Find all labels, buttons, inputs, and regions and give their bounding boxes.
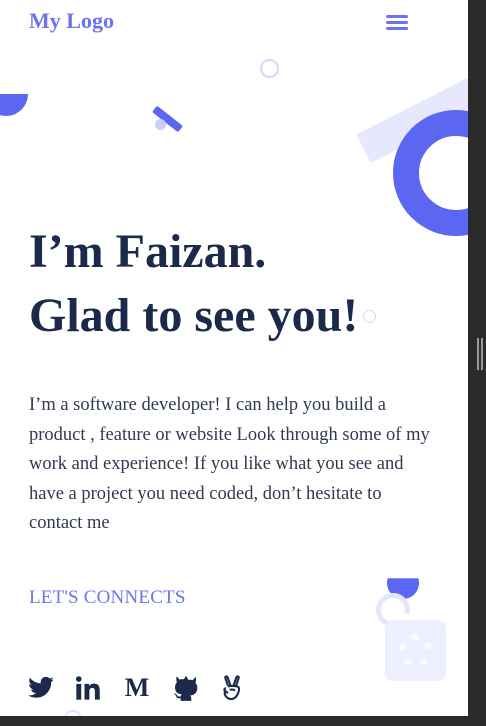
- hero-title-line: I’m Faizan.: [29, 225, 267, 278]
- decor-swirl-shape: [398, 633, 433, 668]
- twitter-icon-graphic: [28, 676, 54, 698]
- github-icon-graphic: [174, 675, 198, 701]
- decor-half-circle-shape: [0, 94, 28, 116]
- angellist-icon-graphic: [223, 675, 241, 701]
- medium-icon[interactable]: M: [123, 674, 151, 702]
- lets-connect-link[interactable]: LET'S CONNECTS: [29, 587, 186, 609]
- decor-ring-shape: [260, 59, 279, 78]
- hero-title-line: Glad to see you!: [29, 289, 359, 342]
- github-icon[interactable]: [172, 674, 200, 702]
- linkedin-icon-graphic: [75, 676, 100, 700]
- hamburger-menu-icon[interactable]: [384, 12, 410, 32]
- window-bottom-edge: [0, 716, 468, 726]
- medium-glyph: M: [124, 673, 150, 702]
- twitter-icon[interactable]: [27, 674, 55, 702]
- hero-title: I’m Faizan. Glad to see you!: [29, 220, 429, 348]
- decor-dot-shape: [155, 119, 166, 130]
- angellist-icon[interactable]: [218, 674, 246, 702]
- scrollbar-grip[interactable]: [477, 338, 483, 370]
- intro-paragraph: I’m a software developer! I can help you…: [29, 395, 430, 534]
- site-logo[interactable]: My Logo: [29, 8, 114, 34]
- linkedin-icon[interactable]: [74, 674, 102, 702]
- page-viewport: My Logo I’m Faizan. Glad to see you! I’m…: [0, 0, 468, 716]
